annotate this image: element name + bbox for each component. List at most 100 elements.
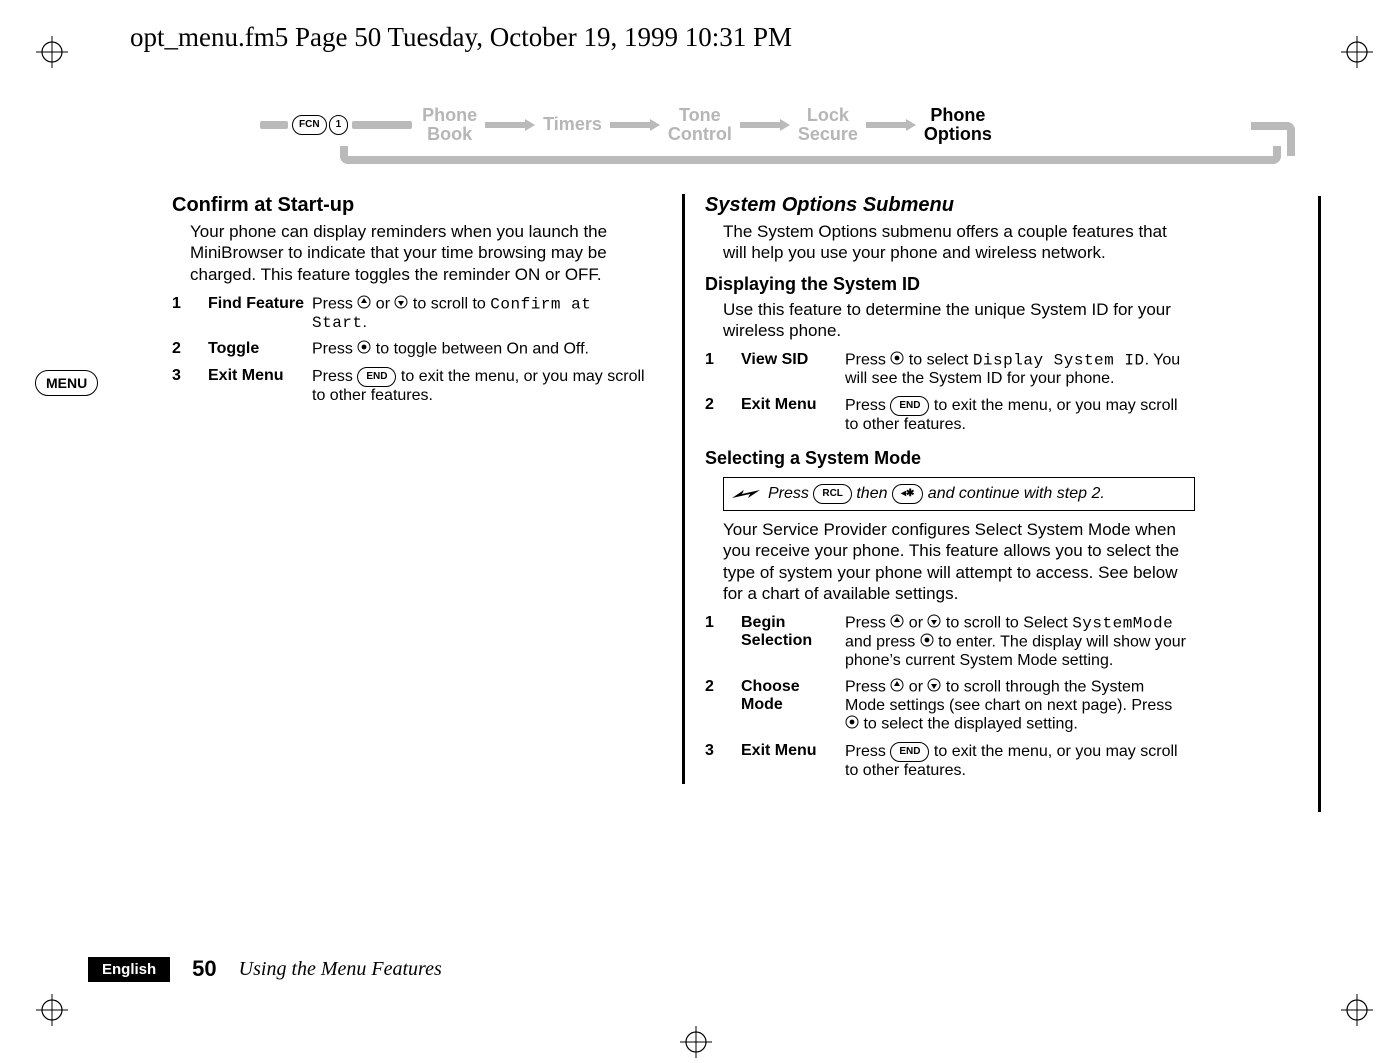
breadcrumb-label: Lock xyxy=(798,106,858,125)
step-text: Press END to exit the menu, or you may s… xyxy=(845,392,1195,438)
scroll-down-icon xyxy=(394,295,408,314)
steps-table: 1 View SID Press to select Display Syste… xyxy=(705,347,1195,438)
left-column: Confirm at Start-up Your phone can displ… xyxy=(172,194,662,784)
scroll-down-icon xyxy=(927,678,941,697)
breadcrumb-label: Control xyxy=(668,125,732,144)
breadcrumb-item: Tone Control xyxy=(662,106,738,144)
arrow-right-icon xyxy=(866,119,916,131)
breadcrumb-item-active: Phone Options xyxy=(918,106,998,144)
column-separator xyxy=(682,194,685,784)
step-label: View SID xyxy=(741,347,845,392)
shortcut-box: Press RCL then ◂✱ and continue with step… xyxy=(723,477,1195,511)
breadcrumb-label: Timers xyxy=(543,115,602,134)
step-row: 2 Choose Mode Press or to scroll through… xyxy=(705,674,1195,738)
step-row: 1 Begin Selection Press or to scroll to … xyxy=(705,610,1195,674)
steps-table: 1 Begin Selection Press or to scroll to … xyxy=(705,610,1195,784)
page-number: 50 xyxy=(192,956,216,982)
keycap-star: ◂✱ xyxy=(892,484,923,504)
right-column: System Options Submenu The System Option… xyxy=(705,194,1195,784)
scroll-up-icon xyxy=(890,614,904,633)
right-margin-rule xyxy=(1318,196,1321,812)
registration-mark-icon xyxy=(1341,36,1373,68)
keycap-end: END xyxy=(357,367,396,387)
step-number: 1 xyxy=(705,610,741,674)
running-header: opt_menu.fm5 Page 50 Tuesday, October 19… xyxy=(130,22,792,53)
arrow-right-icon xyxy=(485,119,535,131)
language-tag: English xyxy=(88,957,170,982)
registration-mark-icon xyxy=(680,1026,712,1058)
step-label: Exit Menu xyxy=(208,363,312,409)
step-label: Begin Selection xyxy=(741,610,845,674)
step-label: Exit Menu xyxy=(741,392,845,438)
subsection-intro: Use this feature to determine the unique… xyxy=(705,299,1195,342)
breadcrumb-item: Lock Secure xyxy=(792,106,864,144)
step-label: Exit Menu xyxy=(741,738,845,784)
keycap-end: END xyxy=(890,396,929,416)
submenu-heading: System Options Submenu xyxy=(705,194,1195,217)
breadcrumb-label: Book xyxy=(422,125,477,144)
subsection-heading: Selecting a System Mode xyxy=(705,448,1195,469)
registration-mark-icon xyxy=(36,994,68,1026)
step-row: 3 Exit Menu Press END to exit the menu, … xyxy=(172,363,662,409)
arrow-right-icon xyxy=(740,119,790,131)
step-number: 1 xyxy=(172,291,208,336)
step-row: 3 Exit Menu Press END to exit the menu, … xyxy=(705,738,1195,784)
step-label: Choose Mode xyxy=(741,674,845,738)
breadcrumb-label: Phone xyxy=(924,106,992,125)
step-text: Press or to scroll to Confirm at Start. xyxy=(312,291,662,336)
select-icon xyxy=(920,633,934,652)
manual-page: opt_menu.fm5 Page 50 Tuesday, October 19… xyxy=(0,0,1391,1062)
section-intro: Your phone can display reminders when yo… xyxy=(172,221,662,285)
keycap-rcl: RCL xyxy=(813,484,852,504)
keycap-fcn: FCN xyxy=(292,115,327,135)
select-icon xyxy=(845,715,859,734)
path-tail-icon xyxy=(1251,122,1295,156)
step-text: Press END to exit the menu, or you may s… xyxy=(312,363,662,409)
step-number: 2 xyxy=(705,674,741,738)
scroll-down-icon xyxy=(927,614,941,633)
path-bar-icon xyxy=(260,121,288,129)
path-bar-icon xyxy=(352,121,412,129)
step-row: 2 Exit Menu Press END to exit the menu, … xyxy=(705,392,1195,438)
step-number: 3 xyxy=(172,363,208,409)
chapter-title: Using the Menu Features xyxy=(239,958,442,981)
subsection-intro: Your Service Provider configures Select … xyxy=(705,519,1195,604)
step-number: 1 xyxy=(705,347,741,392)
breadcrumb-label: Phone xyxy=(422,106,477,125)
subsection-heading: Displaying the System ID xyxy=(705,274,1195,295)
breadcrumb-item: Phone Book xyxy=(416,106,483,144)
lcd-text: Display System ID xyxy=(973,352,1145,370)
step-row: 1 Find Feature Press or to scroll to Con… xyxy=(172,291,662,336)
select-icon xyxy=(357,340,371,359)
steps-table: 1 Find Feature Press or to scroll to Con… xyxy=(172,291,662,409)
step-label: Toggle xyxy=(208,336,312,363)
step-text: Press to toggle between On and Off. xyxy=(312,336,662,363)
step-text: Press END to exit the menu, or you may s… xyxy=(845,738,1195,784)
breadcrumb-item: Timers xyxy=(537,115,608,134)
scroll-up-icon xyxy=(890,678,904,697)
submenu-intro: The System Options submenu offers a coup… xyxy=(705,221,1195,264)
path-underline-icon xyxy=(340,146,1281,164)
keycap-sequence: FCN 1 xyxy=(292,115,348,135)
step-row: 1 View SID Press to select Display Syste… xyxy=(705,347,1195,392)
page-footer: English 50 Using the Menu Features xyxy=(88,956,442,982)
step-text: Press to select Display System ID. You w… xyxy=(845,347,1195,392)
keycap-end: END xyxy=(890,742,929,762)
section-heading: Confirm at Start-up xyxy=(172,194,662,217)
scroll-up-icon xyxy=(357,295,371,314)
breadcrumb-label: Options xyxy=(924,125,992,144)
breadcrumb-label: Tone xyxy=(668,106,732,125)
step-number: 2 xyxy=(705,392,741,438)
select-icon xyxy=(890,351,904,370)
section-tab-menu: MENU xyxy=(35,370,98,396)
registration-mark-icon xyxy=(36,36,68,68)
lcd-text: SystemMode xyxy=(1072,615,1173,633)
step-text: Press or to scroll to Select SystemMode … xyxy=(845,610,1195,674)
keycap-1: 1 xyxy=(329,115,349,135)
content-columns: Confirm at Start-up Your phone can displ… xyxy=(172,194,1303,784)
step-number: 3 xyxy=(705,738,741,784)
step-number: 2 xyxy=(172,336,208,363)
step-text: Press or to scroll through the System Mo… xyxy=(845,674,1195,738)
shortcut-icon xyxy=(732,486,760,502)
registration-mark-icon xyxy=(1341,994,1373,1026)
